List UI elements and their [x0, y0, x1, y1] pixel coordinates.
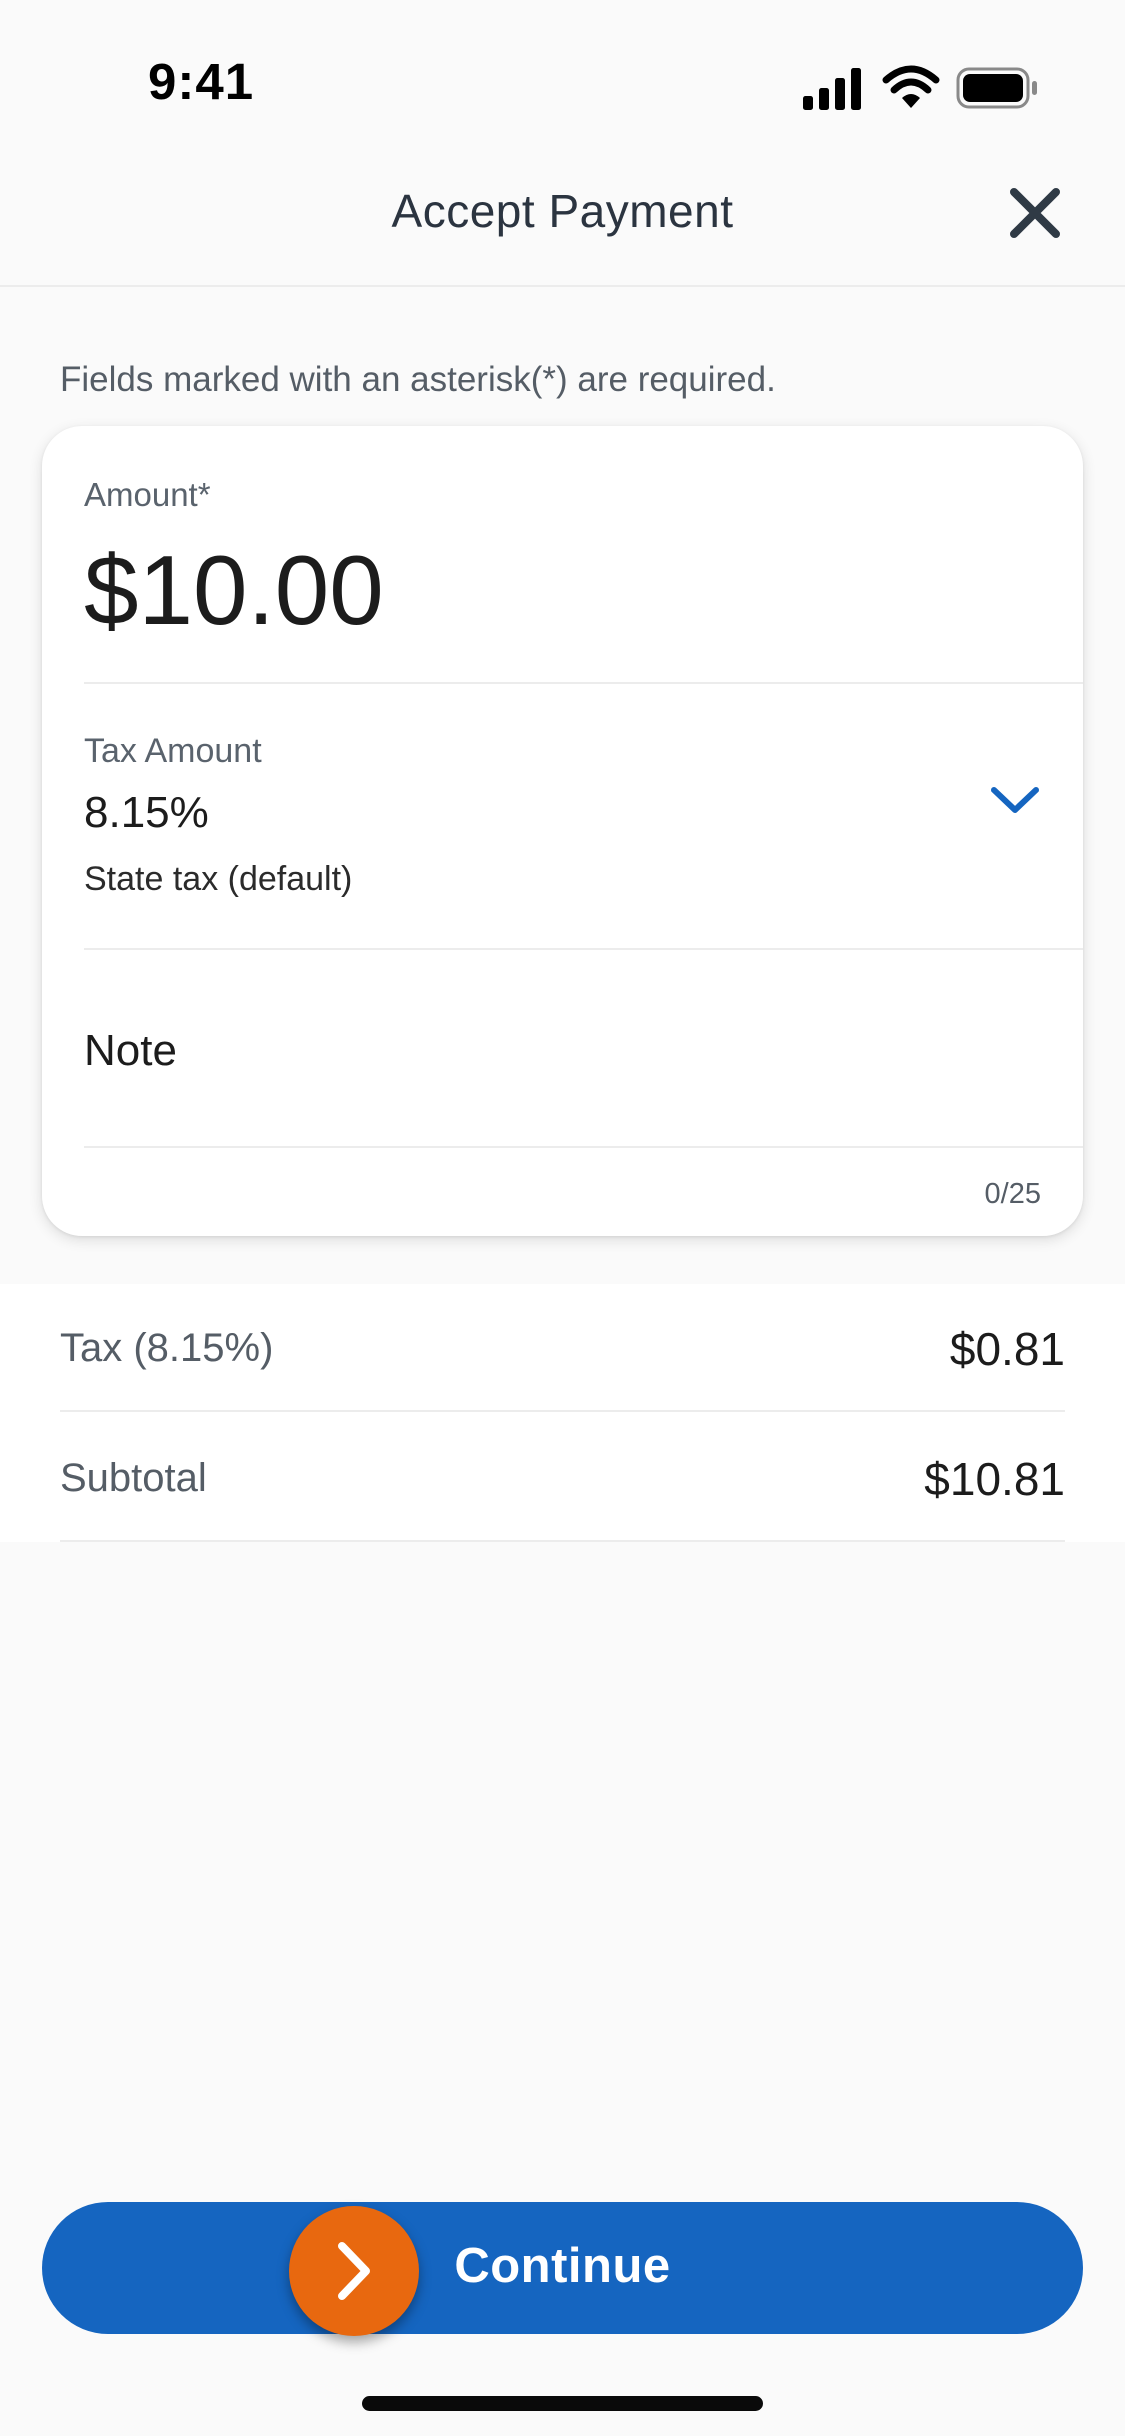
divider	[84, 1146, 1083, 1148]
accept-payment-screen: 9:41 Accept Payment Fields marked with a…	[0, 0, 1125, 2436]
home-indicator	[362, 2396, 763, 2411]
nav-header: Accept Payment	[0, 160, 1125, 287]
continue-button[interactable]: Continue	[42, 2202, 1083, 2334]
payment-summary: Tax (8.15%) $0.81 Subtotal $10.81	[0, 1284, 1125, 1542]
summary-label: Tax (8.15%)	[60, 1326, 274, 1370]
continue-hint-badge[interactable]	[289, 2206, 419, 2336]
required-fields-note: Fields marked with an asterisk(*) are re…	[60, 360, 776, 399]
chevron-right-icon	[338, 2242, 370, 2300]
note-char-counter: 0/25	[984, 1178, 1041, 1210]
amount-input[interactable]: $10.00	[84, 534, 384, 647]
status-bar: 9:41	[0, 0, 1125, 160]
tax-dropdown-button[interactable]	[980, 766, 1050, 836]
note-input[interactable]	[84, 1021, 984, 1081]
signal-icon	[803, 68, 861, 110]
wifi-icon	[882, 65, 940, 108]
tax-description: State tax (default)	[84, 860, 353, 898]
tax-amount-value: 8.15%	[84, 788, 209, 837]
close-icon	[1010, 188, 1060, 238]
battery-icon	[956, 67, 1037, 109]
summary-row-tax: Tax (8.15%) $0.81	[60, 1284, 1065, 1412]
payment-form-card: Amount* $10.00 Tax Amount 8.15% State ta…	[42, 426, 1083, 1236]
page-title: Accept Payment	[391, 185, 734, 237]
summary-value: $0.81	[949, 1323, 1065, 1375]
divider	[84, 948, 1083, 950]
status-time: 9:41	[148, 53, 255, 110]
summary-label: Subtotal	[60, 1456, 207, 1500]
continue-label: Continue	[454, 2239, 671, 2293]
tax-amount-label: Tax Amount	[84, 732, 262, 770]
summary-value: $10.81	[924, 1453, 1065, 1505]
summary-row-subtotal: Subtotal $10.81	[60, 1414, 1065, 1542]
divider	[84, 682, 1083, 684]
close-button[interactable]	[1004, 182, 1066, 244]
amount-label: Amount*	[84, 476, 211, 513]
chevron-down-icon	[991, 787, 1039, 813]
